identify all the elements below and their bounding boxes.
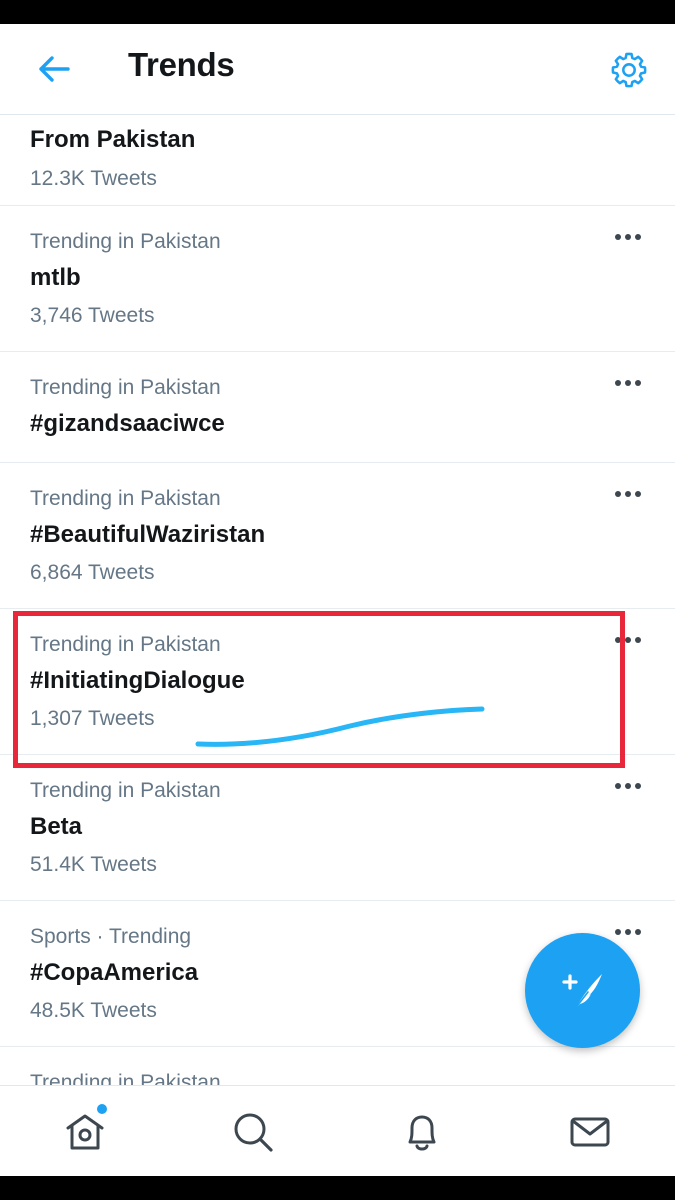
trend-item[interactable]: Trending in Pakistan xyxy=(0,1047,675,1085)
trend-name: #CopaAmerica xyxy=(30,959,199,986)
back-button[interactable] xyxy=(30,46,78,92)
settings-button[interactable] xyxy=(606,47,652,93)
trend-item[interactable]: Trending in Pakistan #gizandsaaciwce xyxy=(0,352,675,463)
trend-tweet-count: 3,746 Tweets xyxy=(30,304,155,327)
trend-tweet-count: 51.4K Tweets xyxy=(30,853,157,876)
trend-tweet-count: 48.5K Tweets xyxy=(30,999,157,1022)
trends-screen: Trends From Pakistan 12.3K Tweets Trendi… xyxy=(0,24,675,1176)
trend-context: Trending in Pakistan xyxy=(30,779,221,802)
trend-name: #gizandsaaciwce xyxy=(30,410,225,437)
trend-context: Trending in Pakistan xyxy=(30,1071,221,1085)
search-icon xyxy=(234,1113,273,1152)
bottom-navigation xyxy=(0,1085,675,1176)
nav-messages[interactable] xyxy=(562,1104,618,1160)
trend-tweet-count: 6,864 Tweets xyxy=(30,561,155,584)
trend-name: From Pakistan xyxy=(30,126,196,153)
mail-icon xyxy=(570,1117,610,1147)
trend-name: #InitiatingDialogue xyxy=(30,667,245,694)
more-options-button[interactable] xyxy=(606,625,650,655)
more-options-button[interactable] xyxy=(606,771,650,801)
trend-context: Trending in Pakistan xyxy=(30,376,221,399)
nav-notifications[interactable] xyxy=(394,1104,450,1160)
trend-context: Sports · Trending xyxy=(30,925,192,948)
arrow-left-icon xyxy=(39,56,70,82)
bell-icon xyxy=(408,1115,436,1151)
trend-context: Trending in Pakistan xyxy=(30,230,221,253)
more-options-button[interactable] xyxy=(606,368,650,398)
trend-tweet-count: 12.3K Tweets xyxy=(30,167,157,190)
gear-icon xyxy=(611,52,647,88)
top-app-bar: Trends xyxy=(0,24,675,115)
trend-context: Trending in Pakistan xyxy=(30,487,221,510)
trend-name: #BeautifulWaziristan xyxy=(30,521,266,548)
trend-item[interactable]: Trending in Pakistan mtlb 3,746 Tweets xyxy=(0,206,675,352)
trend-item[interactable]: Trending in Pakistan Beta 51.4K Tweets xyxy=(0,755,675,901)
trend-item[interactable]: Trending in Pakistan #BeautifulWazirista… xyxy=(0,463,675,609)
compose-tweet-icon xyxy=(561,973,602,1011)
nav-search[interactable] xyxy=(225,1104,281,1160)
trend-name: Beta xyxy=(30,813,83,840)
home-icon xyxy=(66,1114,104,1150)
compose-tweet-button[interactable] xyxy=(525,933,640,1048)
trend-item[interactable]: From Pakistan 12.3K Tweets xyxy=(0,115,675,206)
trend-tweet-count: 1,307 Tweets xyxy=(30,707,155,730)
nav-home[interactable] xyxy=(57,1104,113,1160)
trend-name: mtlb xyxy=(30,264,81,291)
more-options-button[interactable] xyxy=(606,222,650,252)
more-options-button[interactable] xyxy=(606,479,650,509)
notification-dot xyxy=(97,1104,107,1114)
page-title: Trends xyxy=(128,46,235,83)
trend-context: Trending in Pakistan xyxy=(30,633,221,656)
trend-item[interactable]: Trending in Pakistan #InitiatingDialogue… xyxy=(0,609,675,755)
